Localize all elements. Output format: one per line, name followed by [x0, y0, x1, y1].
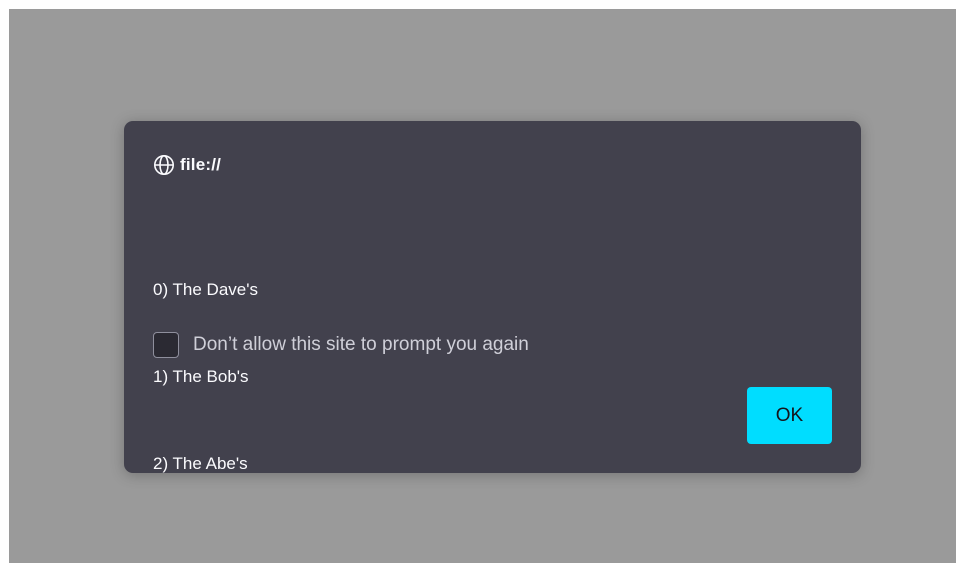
suppress-prompts-checkbox[interactable]	[153, 332, 179, 358]
suppress-prompts-row[interactable]: Don’t allow this site to prompt you agai…	[153, 331, 529, 359]
message-line: 1) The Bob's	[153, 367, 249, 386]
globe-icon	[153, 154, 175, 176]
suppress-prompts-label[interactable]: Don’t allow this site to prompt you agai…	[193, 334, 529, 356]
message-line: 2) The Abe's	[153, 454, 248, 473]
message-line: 0) The Dave's	[153, 280, 258, 299]
ok-button[interactable]: OK	[747, 387, 832, 444]
dialog-origin: file://	[153, 153, 221, 177]
origin-text: file://	[180, 155, 222, 174]
prompt-dialog: file:// 0) The Dave's 1) The Bob's 2) Th…	[124, 121, 861, 473]
dialog-message: 0) The Dave's 1) The Bob's 2) The Abe's	[153, 217, 258, 536]
